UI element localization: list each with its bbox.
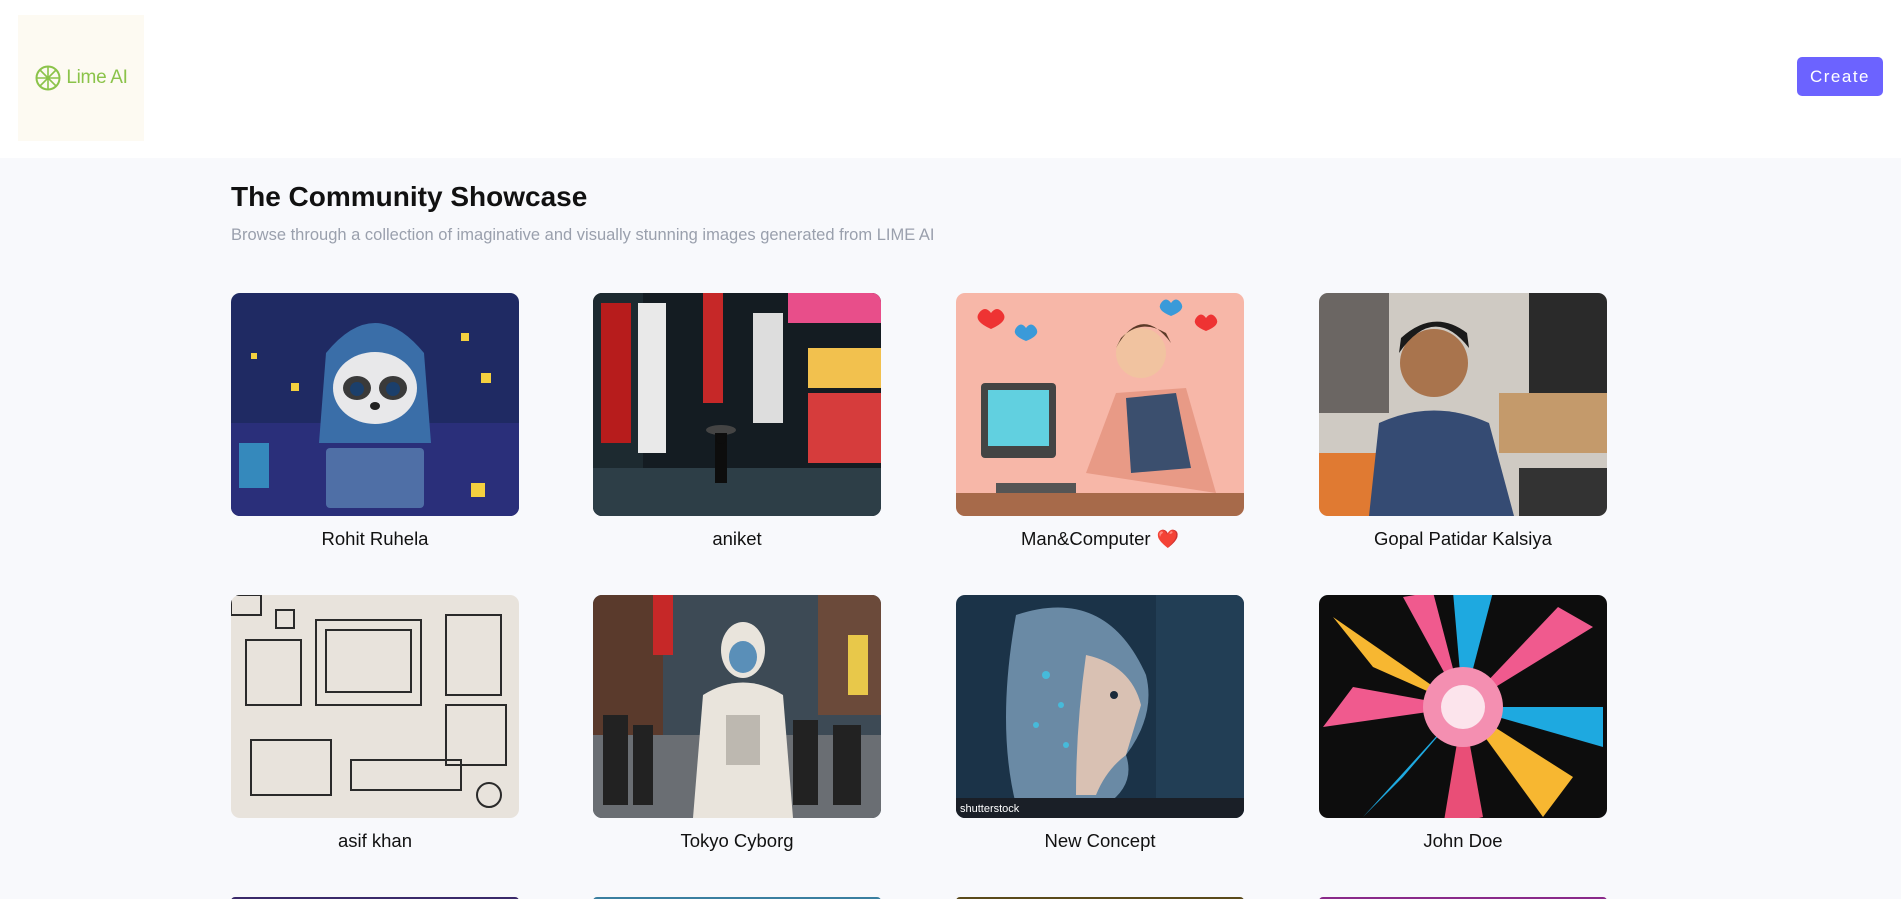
- showcase-card[interactable]: Man&Computer ❤️: [956, 293, 1244, 550]
- top-header: Lime AI Create: [0, 0, 1901, 158]
- page-subtitle: Browse through a collection of imaginati…: [231, 226, 935, 244]
- showcase-card[interactable]: asif khan: [231, 595, 519, 852]
- card-caption: aniket: [712, 528, 762, 549]
- computer-sketch-image[interactable]: [231, 595, 519, 818]
- card-caption: Tokyo Cyborg: [680, 830, 794, 851]
- showcase-card[interactable]: Rohit Ruhela: [231, 293, 519, 550]
- page-title: The Community Showcase: [231, 181, 588, 212]
- card-caption: New Concept: [1044, 830, 1156, 851]
- logo-text: Lime AI: [66, 67, 128, 88]
- man-computer-image[interactable]: [956, 293, 1244, 516]
- create-button[interactable]: Create: [1797, 57, 1883, 96]
- heart-icon: ❤️: [1156, 529, 1179, 549]
- card-caption: John Doe: [1423, 830, 1503, 851]
- showcase-card[interactable]: Gopal Patidar Kalsiya: [1319, 293, 1607, 550]
- svg-text:shutterstock: shutterstock: [960, 803, 1020, 815]
- card-caption: asif khan: [337, 830, 413, 851]
- showcase-card[interactable]: shutterstock New Concept: [956, 595, 1244, 852]
- card-caption: Rohit Ruhela: [321, 528, 429, 549]
- cyborg-image[interactable]: [593, 595, 881, 818]
- ai-face-image[interactable]: shutterstock: [956, 595, 1244, 818]
- logo[interactable]: Lime AI: [18, 15, 144, 141]
- showcase-card[interactable]: John Doe: [1319, 595, 1607, 852]
- card-caption: Man&Computer ❤️: [1021, 528, 1179, 549]
- lime-logo-icon: [35, 65, 61, 91]
- card-caption: Gopal Patidar Kalsiya: [1374, 528, 1552, 549]
- tokyo-street-image[interactable]: [593, 293, 881, 516]
- showcase-card[interactable]: aniket: [593, 293, 881, 550]
- showcase-card[interactable]: Tokyo Cyborg: [593, 595, 881, 852]
- boy-computer-image[interactable]: [1319, 293, 1607, 516]
- color-burst-image[interactable]: [1319, 595, 1607, 818]
- raccoon-laptop-image[interactable]: [231, 293, 519, 516]
